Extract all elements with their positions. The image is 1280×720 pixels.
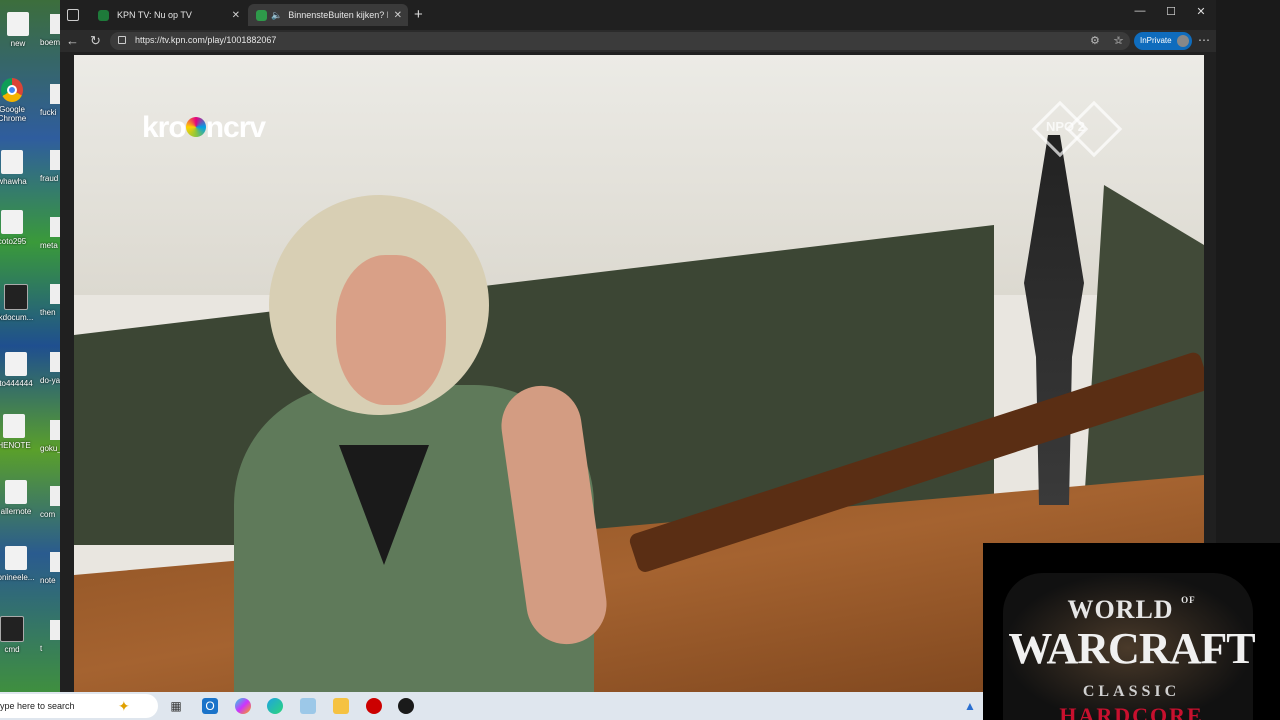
wow-classic-text: CLASSIC <box>1082 683 1181 700</box>
media-app-icon[interactable] <box>366 698 382 714</box>
game-app-icon[interactable] <box>398 698 414 714</box>
desktop-icon-coto295[interactable]: coto295 <box>0 210 34 246</box>
document-icon <box>3 414 25 438</box>
desktop-icon-onineele[interactable]: onineele... <box>0 546 38 582</box>
minimize-button[interactable]: — <box>1125 5 1155 17</box>
desktop-icon-to444444[interactable]: to444444 <box>0 352 38 388</box>
npo2-logo: NPO 2 <box>1031 100 1123 158</box>
favorites-icon[interactable]: ☆ <box>1113 34 1123 47</box>
desktop-icon-whawha[interactable]: whawha <box>0 150 34 186</box>
search-placeholder: ype here to search <box>0 701 75 711</box>
desktop-icon-new[interactable]: new <box>0 12 40 48</box>
wow-warcraft-text: WARCRAFT <box>1008 624 1255 673</box>
desktop-icon-allernote[interactable]: allernote <box>0 480 38 516</box>
edge-icon[interactable] <box>267 698 283 714</box>
document-icon <box>1 150 23 174</box>
tab-binnenstebuiten[interactable]: 🔈 BinnensteBuiten kijken? Dat ✕ <box>248 4 408 26</box>
tab-actions-icon[interactable] <box>67 9 79 21</box>
more-menu-button[interactable]: ⋯ <box>1198 33 1210 47</box>
tab-title: BinnensteBuiten kijken? Dat <box>288 10 388 20</box>
lock-icon[interactable] <box>118 36 126 44</box>
url-text[interactable]: https://tv.kpn.com/play/1001882067 <box>135 35 276 45</box>
reload-button[interactable]: ↻ <box>90 33 101 49</box>
video-scene-panel <box>1084 185 1204 515</box>
address-bar[interactable]: https://tv.kpn.com/play/1001882067 ☆ <box>110 32 1130 50</box>
wow-hardcore-text: HARDCORE <box>1059 703 1204 720</box>
outlook-icon[interactable]: O <box>202 698 218 714</box>
desktop-icon-kdocum[interactable]: kdocum... <box>0 284 38 322</box>
kpn-favicon-icon <box>256 9 267 21</box>
photos-icon[interactable] <box>300 698 316 714</box>
maximize-button[interactable]: ☐ <box>1156 5 1186 18</box>
extensions-icon[interactable]: ⚙ <box>1090 34 1100 47</box>
chrome-icon <box>1 78 23 102</box>
tab-kpn-tv[interactable]: KPN TV: Nu op TV ✕ <box>90 4 246 26</box>
desktop-icon-henote[interactable]: HENOTE <box>0 414 36 450</box>
video-scene-person <box>336 255 446 405</box>
speaker-icon[interactable]: 🔈 <box>271 10 282 21</box>
file-explorer-icon[interactable] <box>333 698 349 714</box>
new-tab-button[interactable]: + <box>414 6 423 23</box>
copilot-icon[interactable] <box>235 698 251 714</box>
desktop: new Google Chrome whawha coto295 kdocum.… <box>0 0 64 692</box>
close-tab-icon[interactable]: ✕ <box>232 10 240 21</box>
document-icon <box>7 12 29 36</box>
copilot-sparkle-icon: ✦ <box>118 698 130 714</box>
terminal-icon <box>0 616 24 642</box>
document-icon <box>5 480 27 504</box>
document-icon <box>5 352 27 376</box>
document-icon <box>1 210 23 234</box>
address-bar-row: ← ↻ https://tv.kpn.com/play/1001882067 ☆… <box>60 30 1216 52</box>
document-icon <box>5 546 27 570</box>
document-icon <box>4 284 28 310</box>
tab-bar: KPN TV: Nu op TV ✕ 🔈 BinnensteBuiten kij… <box>60 0 1216 30</box>
wow-classic-hardcore-overlay: WORLD OF WARCRAFT CLASSIC HARDCORE <box>983 543 1280 720</box>
taskbar: ype here to search ✦ ▦ O ▲ <box>0 692 983 720</box>
close-tab-icon[interactable]: ✕ <box>394 10 402 21</box>
avatar <box>1177 35 1189 47</box>
kro-ncrv-logo: kro ncrv <box>142 111 266 144</box>
tray-triangle-icon[interactable]: ▲ <box>964 699 976 713</box>
kpn-favicon-icon <box>98 9 109 21</box>
desktop-icon-cmd[interactable]: cmd <box>0 616 34 654</box>
inprivate-badge[interactable]: InPrivate <box>1134 32 1192 50</box>
close-window-button[interactable]: ✕ <box>1186 5 1216 18</box>
logo-dot-icon <box>185 117 206 138</box>
wow-world-text: WORLD OF <box>1067 595 1196 624</box>
desktop-icon-chrome[interactable]: Google Chrome <box>0 78 34 123</box>
taskbar-search[interactable]: ype here to search ✦ <box>0 694 158 718</box>
task-view-icon[interactable]: ▦ <box>168 698 184 714</box>
tab-title: KPN TV: Nu op TV <box>117 10 192 20</box>
back-button[interactable]: ← <box>66 33 79 48</box>
